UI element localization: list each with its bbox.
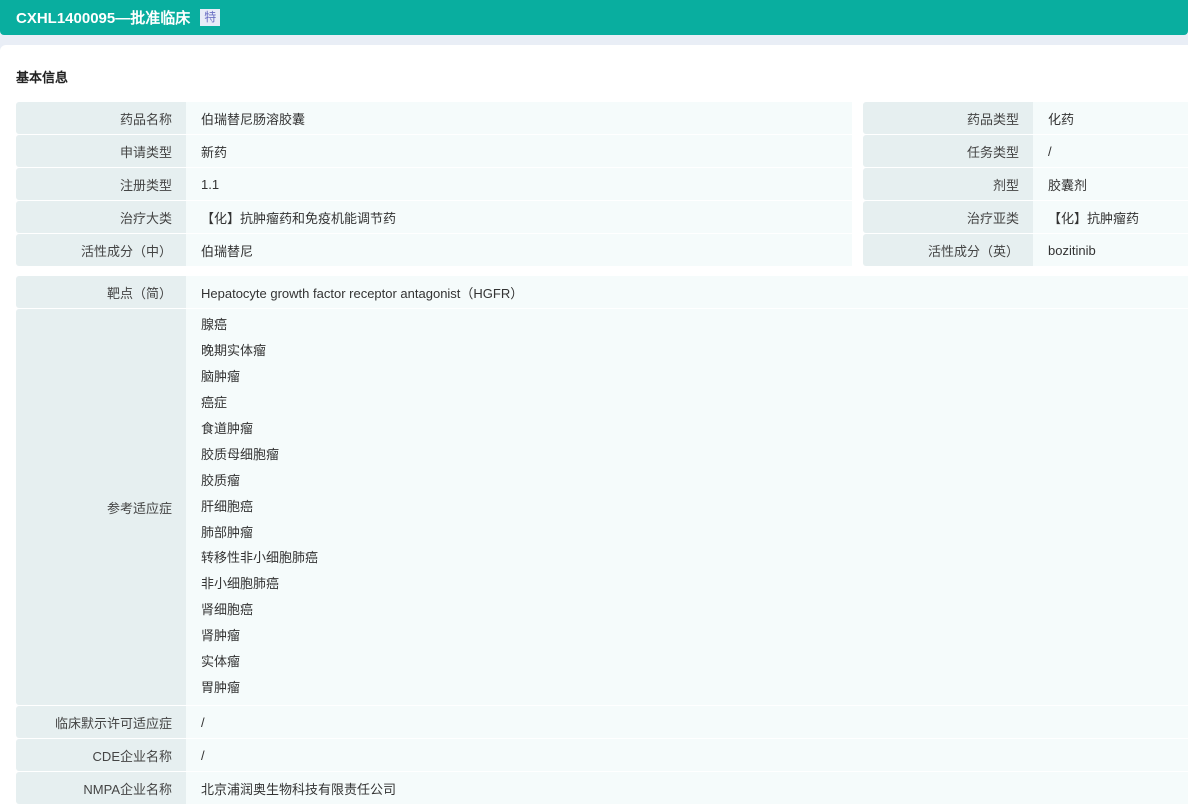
left-info-table: 药品名称 伯瑞替尼肠溶胶囊 申请类型 新药 注册类型 1.1 治疗大类 【化】抗肿瘤药和免疫机… [16,102,852,267]
field-label: 临床默示许可适应症 [16,706,186,738]
info-row: 注册类型 1.1 [16,168,852,201]
indications-row: 参考适应症 腺癌晚期实体瘤脑肿瘤癌症食道肿瘤胶质母细胞瘤 胶质瘤肝细胞癌肺部肿瘤转… [16,309,1188,706]
field-label: NMPA企业名称 [16,772,186,804]
field-label: 药品类型 [863,102,1033,134]
indication-item: 腺癌 [201,317,228,332]
indications-list: 腺癌晚期实体瘤脑肿瘤癌症食道肿瘤胶质母细胞瘤 胶质瘤肝细胞癌肺部肿瘤转移性非小细胞… [186,309,1188,705]
indication-item: 癌症 [201,394,228,410]
detail-table: 靶点（简） Hepatocyte growth factor receptor … [16,276,1188,805]
field-label: 治疗大类 [16,201,186,233]
field-label: 任务类型 [863,135,1033,167]
field-label: 剂型 [863,168,1033,200]
field-value: 【化】抗肿瘤药 [1033,201,1188,233]
indication-item: 非小细胞肺癌 [201,576,280,592]
field-label: 参考适应症 [16,309,186,705]
basic-info-card: 基本信息 药品名称 伯瑞替尼肠溶胶囊 申请类型 新药 注册类型 1.1 治疗大类 【化】抗肿瘤… [0,45,1188,809]
info-row: 剂型 胶囊剂 [863,168,1188,201]
page-header: CXHL1400095—批准临床 特 [0,0,1188,35]
field-label: 靶点（简） [16,276,186,308]
field-label: CDE企业名称 [16,739,186,771]
field-value: / [186,739,1188,771]
info-row: 任务类型 / [863,135,1188,168]
field-value: 伯瑞替尼 [186,234,852,266]
indication-item: 晚期实体瘤 [201,342,267,358]
field-label: 活性成分（英） [863,234,1033,266]
info-row: 药品类型 化药 [863,102,1188,135]
info-row: 临床默示许可适应症 / [16,706,1188,739]
indication-item: 胶质瘤 [201,472,241,488]
field-value: Hepatocyte growth factor receptor antago… [186,276,1188,308]
field-value: 伯瑞替尼肠溶胶囊 [186,102,852,134]
field-label: 申请类型 [16,135,186,167]
page-title: CXHL1400095—批准临床 [16,10,191,27]
info-row: CDE企业名称 / [16,739,1188,772]
field-label: 活性成分（中） [16,234,186,266]
field-value: 1.1 [186,168,852,200]
field-value: bozitinib [1033,234,1188,266]
info-row: 药品名称 伯瑞替尼肠溶胶囊 [16,102,852,135]
field-label: 药品名称 [16,102,186,134]
field-value: / [1033,135,1188,167]
field-value: 【化】抗肿瘤药和免疫机能调节药 [186,201,852,233]
info-row: NMPA企业名称 北京浦润奥生物科技有限责任公司 [16,772,1188,805]
info-row: 治疗亚类 【化】抗肿瘤药 [863,201,1188,234]
field-label: 治疗亚类 [863,201,1033,233]
info-row: 活性成分（英） bozitinib [863,234,1188,267]
info-row: 活性成分（中） 伯瑞替尼 [16,234,852,267]
target-row: 靶点（简） Hepatocyte growth factor receptor … [16,276,1188,309]
info-row: 申请类型 新药 [16,135,852,168]
field-value: 化药 [1033,102,1188,134]
indication-item: 肝细胞癌 [201,498,254,514]
field-value: / [186,706,1188,738]
field-value: 北京浦润奥生物科技有限责任公司 [186,772,1188,804]
special-badge: 特 [200,9,221,26]
field-label: 注册类型 [16,168,186,200]
indication-item: 肾肿瘤 [201,628,241,644]
indication-item: 转移性非小细胞肺癌 [201,550,319,566]
section-title: 基本信息 [16,70,69,85]
indication-item: 胶质母细胞瘤 [201,446,280,462]
indication-item: 胃肿瘤 [201,680,241,696]
indication-item: 食道肿瘤 [201,420,254,436]
indication-item: 脑肿瘤 [201,368,241,384]
field-value: 新药 [186,135,852,167]
info-row: 治疗大类 【化】抗肿瘤药和免疫机能调节药 [16,201,852,234]
right-info-table: 药品类型 化药 任务类型 / 剂型 胶囊剂 治疗亚类 【化】抗肿瘤药 活性成分（英） boziti… [863,102,1188,267]
indication-item: 肺部肿瘤 [201,524,254,540]
indication-item: 实体瘤 [201,654,241,670]
indication-item: 肾细胞癌 [201,602,254,618]
field-value: 胶囊剂 [1033,168,1188,200]
